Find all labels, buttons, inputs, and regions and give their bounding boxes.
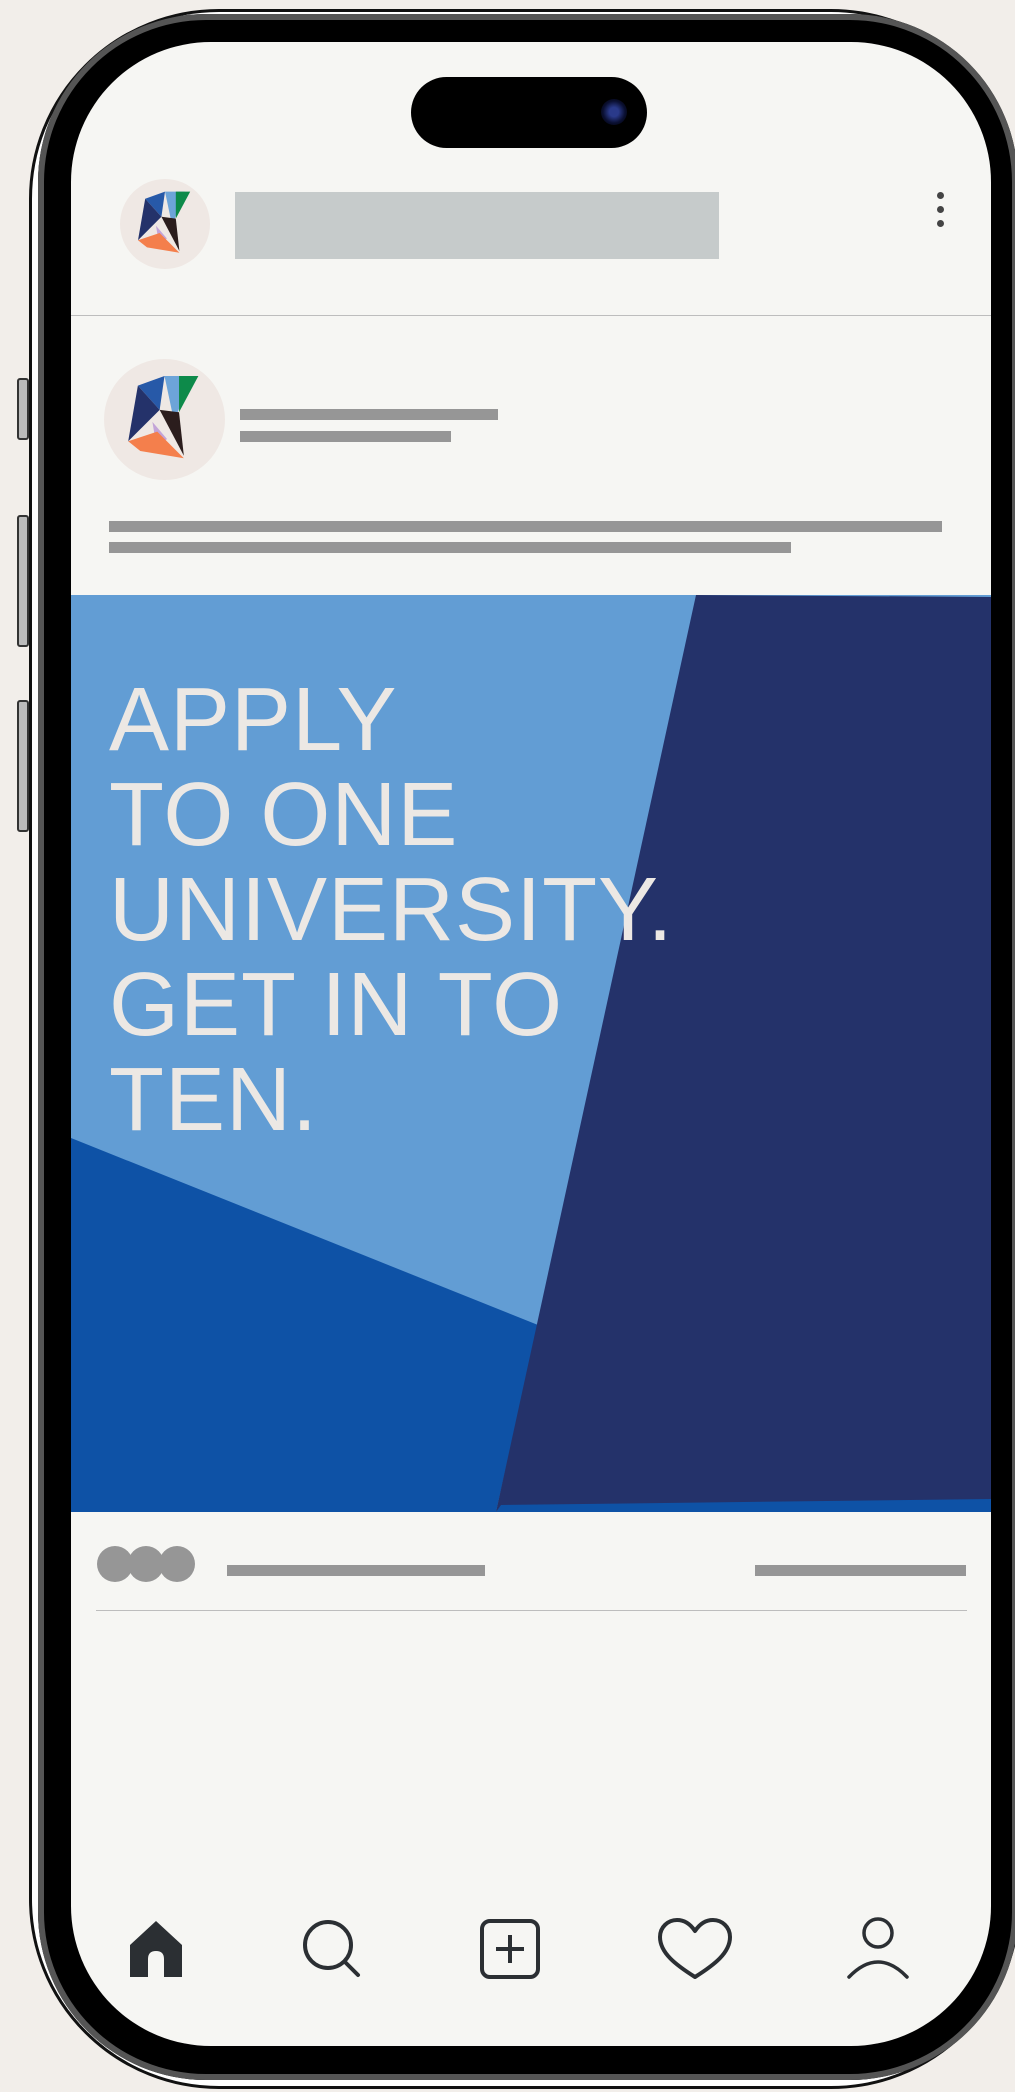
side-button-volume-down xyxy=(17,700,29,832)
header-divider xyxy=(71,315,991,316)
phone-screen: APPLY TO ONE UNIVERSITY. GET IN TO TEN. xyxy=(71,42,991,2046)
headline-line: GET IN TO xyxy=(109,955,564,1055)
front-camera xyxy=(601,99,627,125)
headline-line: TEN. xyxy=(109,1050,319,1150)
author-name-placeholder xyxy=(240,409,498,420)
heart-icon[interactable] xyxy=(656,1917,734,1981)
headline-line: TO ONE xyxy=(109,765,459,865)
headline-line: APPLY xyxy=(109,670,398,770)
post-headline: APPLY TO ONE UNIVERSITY. GET IN TO TEN. xyxy=(109,673,769,1148)
kebab-menu-icon[interactable] xyxy=(933,192,947,242)
reaction-count-placeholder xyxy=(227,1565,485,1576)
side-button-volume-up xyxy=(17,515,29,647)
brand-logo-icon xyxy=(138,191,191,253)
header-avatar[interactable] xyxy=(120,179,210,269)
author-meta-placeholder xyxy=(240,431,451,442)
add-post-icon[interactable] xyxy=(478,1917,542,1981)
home-icon[interactable] xyxy=(124,1917,188,1981)
caption-line-placeholder xyxy=(109,542,791,553)
search-icon[interactable] xyxy=(300,1917,364,1981)
page-title-placeholder xyxy=(235,192,719,259)
side-button-action xyxy=(17,378,29,440)
reaction-avatars[interactable] xyxy=(97,1546,197,1582)
headline-line: UNIVERSITY. xyxy=(109,860,674,960)
brand-logo-icon xyxy=(128,375,199,459)
post-image[interactable]: APPLY TO ONE UNIVERSITY. GET IN TO TEN. xyxy=(71,595,991,1512)
post-author-avatar[interactable] xyxy=(104,359,225,480)
dynamic-island xyxy=(411,77,647,148)
profile-icon[interactable] xyxy=(846,1917,910,1981)
post-footer-divider xyxy=(96,1610,967,1611)
comment-count-placeholder[interactable] xyxy=(755,1565,966,1576)
caption-line-placeholder xyxy=(109,521,942,532)
